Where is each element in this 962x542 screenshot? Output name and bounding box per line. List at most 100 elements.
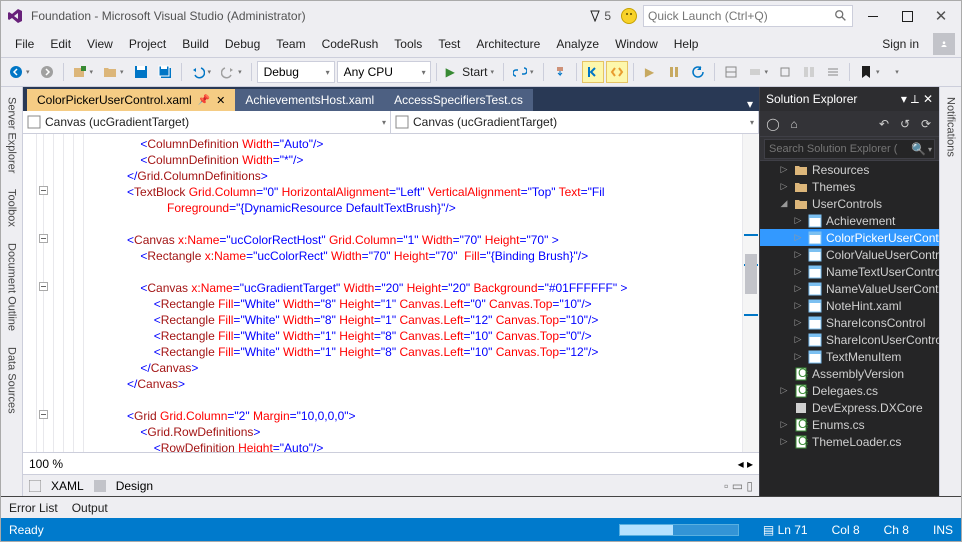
nav-back-button[interactable]: ▾ [5, 61, 34, 83]
tab-document-outline[interactable]: Document Outline [4, 237, 20, 337]
tb-g5[interactable] [822, 61, 844, 83]
tb-g4[interactable] [798, 61, 820, 83]
menu-debug[interactable]: Debug [217, 33, 268, 55]
progress-bar [619, 524, 739, 536]
tree-node[interactable]: ▷C#ThemeLoader.cs [760, 433, 939, 450]
quick-launch-input[interactable] [648, 9, 834, 23]
tab-design[interactable]: Design [116, 479, 153, 493]
menu-architecture[interactable]: Architecture [468, 33, 548, 55]
tree-node[interactable]: ▷Resources [760, 161, 939, 178]
avatar-icon[interactable] [933, 33, 955, 55]
tree-node[interactable]: ▷NoteHint.xaml [760, 297, 939, 314]
close-icon[interactable]: ✕ [216, 94, 225, 107]
solution-search-input[interactable] [769, 143, 911, 155]
tree-node[interactable]: ▷ShareIconsControl [760, 314, 939, 331]
menu-build[interactable]: Build [174, 33, 217, 55]
menu-file[interactable]: File [7, 33, 42, 55]
save-button[interactable] [130, 61, 152, 83]
config-combo[interactable]: Debug [257, 61, 335, 83]
doc-tab-active[interactable]: ColorPickerUserControl.xaml📌✕ [27, 89, 235, 111]
tree-node[interactable]: ▷ColorValueUserControl [760, 246, 939, 263]
tree-node[interactable]: ◢UserControls [760, 195, 939, 212]
sol-sync-icon[interactable]: ↺ [896, 115, 914, 133]
redo-button[interactable]: ▾ [217, 61, 246, 83]
start-button[interactable]: ▶ Start▾ [442, 61, 498, 83]
sol-collapse-icon[interactable]: ↶ [875, 115, 893, 133]
solution-search[interactable]: 🔍▾ [760, 137, 939, 161]
sol-home-icon[interactable]: ⌂ [785, 115, 803, 133]
tree-node[interactable]: ▷C#Enums.cs [760, 416, 939, 433]
solution-tree[interactable]: ▷Resources▷Themes◢UserControls▷Achieveme… [760, 161, 939, 496]
tab-server-explorer[interactable]: Server Explorer [4, 91, 20, 179]
tree-node[interactable]: ▷ColorPickerUserControl.xaml [760, 229, 939, 246]
menu-tools[interactable]: Tools [386, 33, 430, 55]
tb-g3[interactable] [774, 61, 796, 83]
menu-project[interactable]: Project [121, 33, 174, 55]
step-button[interactable] [549, 61, 571, 83]
close-icon[interactable]: ✕ [923, 92, 933, 107]
tab-xaml[interactable]: XAML [51, 479, 84, 493]
tab-notifications[interactable]: Notifications [943, 91, 959, 163]
tree-node[interactable]: DevExpress.DXCore [760, 399, 939, 416]
zoom-combo[interactable]: 100 % [29, 457, 63, 471]
tree-node[interactable]: ▷ShareIconUserControl [760, 331, 939, 348]
platform-combo[interactable]: Any CPU [337, 61, 431, 83]
menu-window[interactable]: Window [607, 33, 666, 55]
minimize-button[interactable] [859, 5, 887, 27]
menu-coderush[interactable]: CodeRush [314, 33, 387, 55]
sign-in-link[interactable]: Sign in [874, 33, 927, 55]
tree-node[interactable]: ▷C#Delegaes.cs [760, 382, 939, 399]
tab-dropdown-icon[interactable]: ▾ [747, 97, 753, 111]
pin-icon[interactable]: 📌 [198, 95, 210, 106]
title-bar: Foundation - Microsoft Visual Studio (Ad… [1, 1, 961, 31]
tree-node[interactable]: C#AssemblyVersion [760, 365, 939, 382]
tree-node[interactable]: ▷TextMenuItem [760, 348, 939, 365]
play2-button[interactable]: ▶ [639, 61, 661, 83]
doc-tab[interactable]: AchievementsHost.xaml [235, 89, 384, 111]
notifications-button[interactable]: 5 [585, 9, 615, 23]
menu-view[interactable]: View [79, 33, 121, 55]
code-editor[interactable]: <ColumnDefinition Width="Auto"/> <Column… [23, 134, 759, 452]
tab-error-list[interactable]: Error List [9, 501, 58, 515]
refresh-button[interactable] [687, 61, 709, 83]
close-button[interactable]: ✕ [927, 5, 955, 27]
tab-toolbox[interactable]: Toolbox [4, 183, 20, 233]
designer-tabs: XAML Design ▫ ▭ ▯ [23, 474, 759, 496]
feedback-icon[interactable] [621, 8, 637, 24]
toolbar-options-button[interactable]: ▾ [886, 61, 908, 83]
tree-node[interactable]: ▷NameTextUserControl [760, 263, 939, 280]
menu-edit[interactable]: Edit [42, 33, 79, 55]
search-icon [834, 9, 848, 23]
nav-fwd-button[interactable] [36, 61, 58, 83]
panel-menu-icon[interactable]: ▾ [901, 92, 907, 107]
doc-tab[interactable]: AccessSpecifiersTest.cs [384, 89, 533, 111]
pin-icon[interactable]: ⟂ [911, 92, 919, 107]
sol-refresh-icon[interactable]: ⟳ [917, 115, 935, 133]
pause-button[interactable] [663, 61, 685, 83]
tree-node[interactable]: ▷NameValueUserControl [760, 280, 939, 297]
vertical-scrollbar[interactable] [742, 134, 759, 452]
open-button[interactable]: ▾ [99, 61, 128, 83]
tb-g2[interactable]: ▾ [744, 61, 773, 83]
nav-scope-combo[interactable]: Canvas (ucGradientTarget) [23, 111, 391, 133]
tab-output[interactable]: Output [72, 501, 108, 515]
nav-member-combo[interactable]: Canvas (ucGradientTarget) [391, 111, 759, 133]
tb-g1[interactable] [720, 61, 742, 83]
menu-test[interactable]: Test [430, 33, 468, 55]
maximize-button[interactable] [893, 5, 921, 27]
marker-center-button[interactable] [606, 61, 628, 83]
tab-data-sources[interactable]: Data Sources [4, 341, 20, 420]
browser-link-button[interactable]: ▾ [509, 61, 538, 83]
bookmark-button[interactable]: ▾ [855, 61, 884, 83]
tree-node[interactable]: ▷Themes [760, 178, 939, 195]
marker-prev-button[interactable] [582, 61, 604, 83]
save-all-button[interactable] [154, 61, 176, 83]
quick-launch[interactable] [643, 5, 853, 27]
menu-analyze[interactable]: Analyze [548, 33, 607, 55]
menu-help[interactable]: Help [666, 33, 707, 55]
undo-button[interactable]: ▾ [187, 61, 216, 83]
tree-node[interactable]: ▷Achievement [760, 212, 939, 229]
sol-back-icon[interactable]: ◯ [764, 115, 782, 133]
new-project-button[interactable]: ▾ [69, 61, 98, 83]
menu-team[interactable]: Team [268, 33, 313, 55]
